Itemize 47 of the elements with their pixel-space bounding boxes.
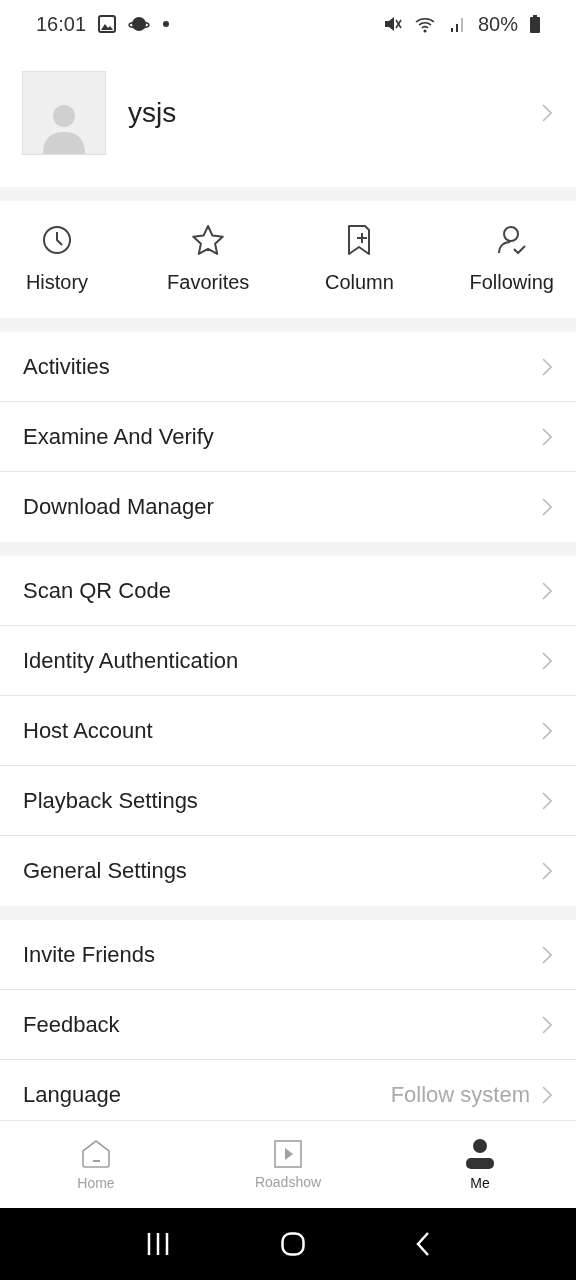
menu-item[interactable]: Invite Friends [23, 941, 530, 968]
image-icon [98, 15, 117, 33]
user-check-icon [496, 224, 527, 256]
shortcut-button[interactable]: Column [324, 223, 395, 294]
username: ysjs [128, 97, 178, 129]
chevron-icon [542, 791, 552, 810]
chevron-icon [542, 427, 552, 446]
menu-item[interactable]: Download Manager [23, 494, 530, 520]
star-icon [191, 224, 226, 256]
menu-item[interactable]: Playback Settings [23, 787, 530, 814]
battery-percent: 80% [477, 12, 518, 36]
tab[interactable]: Me [384, 1121, 576, 1208]
planet-icon [128, 15, 151, 33]
back-icon[interactable] [416, 1232, 431, 1256]
home-icon [81, 1138, 111, 1169]
shortcut-button[interactable]: Following [469, 223, 554, 294]
chevron-icon [542, 581, 552, 600]
chevron-icon [542, 651, 552, 670]
shortcut-button[interactable]: History [22, 223, 92, 294]
menu-item[interactable]: General Settings [23, 858, 530, 884]
chevron-icon [542, 104, 552, 122]
menu-item[interactable]: Activities [23, 353, 530, 380]
chevron-icon [542, 945, 552, 964]
menu-item[interactable]: Scan QR Code [23, 577, 530, 604]
person-icon [466, 1138, 494, 1169]
menu-item[interactable]: Language [23, 1082, 379, 1108]
battery-icon [530, 15, 540, 33]
dot-icon [162, 20, 171, 28]
menu-item[interactable]: Identity Authentication [23, 647, 530, 674]
chevron-icon [542, 1086, 552, 1104]
shortcut-button[interactable]: Favorites [167, 223, 250, 294]
play-icon [274, 1139, 302, 1168]
menu-item[interactable]: Feedback [23, 1011, 530, 1038]
menu-value: Follow system [390, 1082, 530, 1108]
chevron-icon [542, 1015, 552, 1034]
signal-icon [449, 15, 466, 33]
status-time: 16:01 [36, 12, 87, 36]
recents-icon[interactable] [145, 1232, 170, 1256]
mute-icon [383, 15, 402, 33]
clock-icon [42, 225, 72, 255]
bookmark-plus-icon [347, 224, 372, 256]
menu-item[interactable]: Examine And Verify [23, 423, 530, 450]
chevron-icon [542, 498, 552, 516]
chevron-icon [542, 721, 552, 740]
chevron-icon [542, 862, 552, 880]
chevron-icon [542, 357, 552, 376]
menu-item[interactable]: Host Account [23, 717, 530, 744]
